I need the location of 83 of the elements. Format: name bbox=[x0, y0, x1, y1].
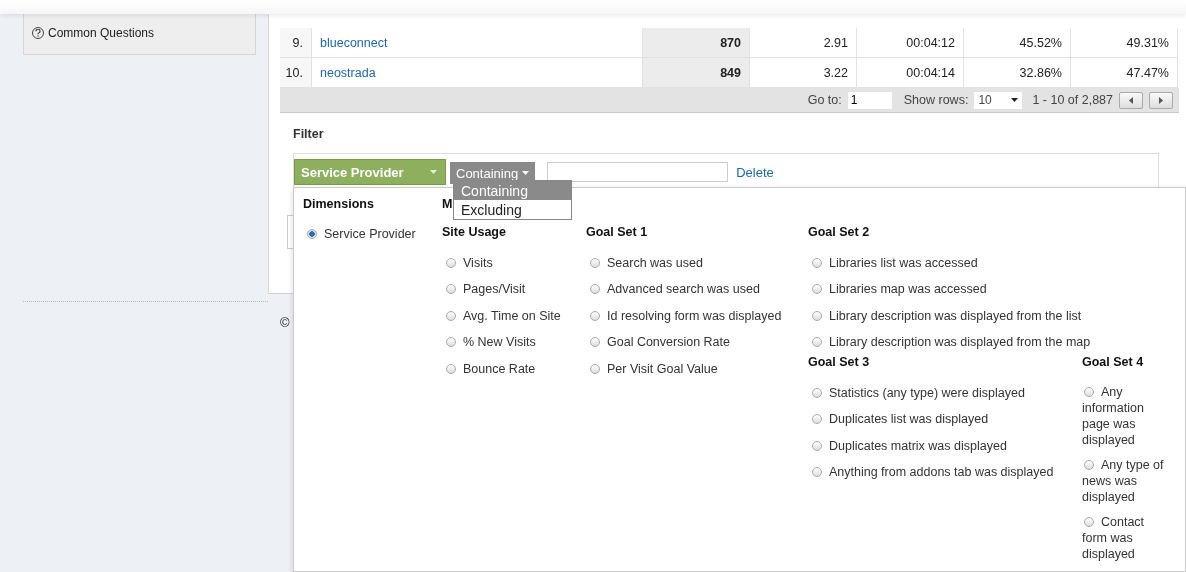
table-cell: 47.47% bbox=[1071, 58, 1178, 88]
metric-option[interactable]: Goal Conversion Rate bbox=[586, 333, 808, 351]
metric-option[interactable]: Id resolving form was displayed bbox=[586, 306, 808, 325]
metric-option[interactable]: Library description was displayed from the map bbox=[808, 333, 1168, 351]
radio-button[interactable] bbox=[812, 284, 822, 294]
radio-button[interactable] bbox=[812, 440, 822, 451]
table-cell: 45.52% bbox=[964, 28, 1071, 58]
sidebar-link[interactable]: Common Questions bbox=[32, 26, 155, 40]
radio-button[interactable] bbox=[590, 257, 600, 268]
next-page-button[interactable] bbox=[1149, 91, 1173, 109]
metric-option[interactable]: % New Visits bbox=[442, 333, 586, 351]
previous-page-button[interactable] bbox=[1119, 91, 1143, 109]
radio-button[interactable] bbox=[812, 387, 822, 398]
metrics-heading: M bbox=[442, 197, 453, 213]
table-cell: 870 bbox=[643, 28, 750, 58]
radio-button[interactable] bbox=[590, 337, 600, 347]
caret-icon bbox=[1011, 98, 1019, 102]
table-cell: 00:04:12 bbox=[857, 28, 964, 58]
metric-option[interactable]: Search was used bbox=[586, 253, 808, 272]
radio-button[interactable] bbox=[1084, 387, 1094, 397]
metric-option[interactable]: Libraries map was accessed bbox=[808, 280, 1168, 298]
metric-option[interactable]: Bounce Rate bbox=[442, 359, 586, 378]
provider-link[interactable]: neostrada bbox=[312, 58, 643, 88]
table-cell: 49.31% bbox=[1071, 28, 1178, 58]
metric-option[interactable]: Duplicates list was displayed bbox=[808, 410, 1082, 428]
show-rows-label: Show rows: bbox=[903, 93, 969, 107]
help-icon bbox=[32, 27, 44, 39]
table-cell: 9. bbox=[280, 28, 312, 58]
page-range: 1 - 10 of 2,887 bbox=[1032, 93, 1113, 107]
radio-button[interactable] bbox=[812, 257, 822, 268]
table-cell: 3.22 bbox=[750, 58, 857, 88]
goto-field[interactable]: 1 bbox=[847, 91, 892, 109]
radio-button[interactable] bbox=[812, 310, 822, 321]
metric-option[interactable]: Any information page was displayed bbox=[1082, 384, 1168, 448]
metric-option[interactable]: Per Visit Goal Value bbox=[586, 359, 808, 378]
caret-icon bbox=[430, 170, 437, 174]
metric-option[interactable]: Avg. Time on Site bbox=[442, 306, 586, 325]
right-arrow-icon bbox=[1159, 96, 1163, 104]
metric-option[interactable]: Advanced search was used bbox=[586, 280, 808, 298]
radio-button[interactable] bbox=[1084, 517, 1094, 527]
delete-link[interactable]: Delete bbox=[736, 165, 774, 180]
group-heading: Goal Set 4 bbox=[1082, 355, 1144, 371]
table-cell: 849 bbox=[643, 58, 750, 88]
radio-button[interactable] bbox=[590, 284, 600, 294]
metric-option[interactable]: Statistics (any type) were displayed bbox=[808, 383, 1082, 402]
filter-input[interactable] bbox=[547, 162, 729, 182]
dimensions-heading: Dimensions bbox=[303, 197, 374, 213]
radio-button[interactable] bbox=[812, 414, 822, 424]
metric-option[interactable]: Duplicates matrix was displayed bbox=[808, 436, 1082, 455]
caret-icon bbox=[522, 171, 530, 175]
rows-dropdown[interactable]: 10 bbox=[974, 91, 1023, 109]
dimension-option[interactable]: Service Provider bbox=[303, 225, 442, 243]
filter-title: Filter bbox=[293, 127, 325, 141]
radio-button[interactable] bbox=[1084, 460, 1094, 470]
provider-link[interactable]: blueconnect bbox=[312, 28, 643, 58]
copyright: © bbox=[280, 315, 290, 330]
group-heading: Site Usage bbox=[442, 225, 506, 241]
goto-label: Go to: bbox=[807, 93, 842, 107]
metric-option[interactable]: Contact form was displayed bbox=[1082, 514, 1168, 562]
group-heading: Goal Set 1 bbox=[586, 225, 648, 241]
metric-option[interactable]: Any type of news was displayed bbox=[1082, 457, 1168, 505]
radio-button[interactable] bbox=[590, 363, 600, 374]
metric-option[interactable]: Library description was displayed from the list bbox=[808, 306, 1168, 325]
group-heading: Goal Set 3 bbox=[808, 355, 870, 371]
left-arrow-icon bbox=[1129, 96, 1133, 104]
radio-button[interactable] bbox=[812, 337, 822, 347]
metric-option[interactable]: Libraries list was accessed bbox=[808, 253, 1168, 272]
table-cell: 32.86% bbox=[964, 58, 1071, 88]
table-cell: 2.91 bbox=[750, 28, 857, 58]
radio-button[interactable] bbox=[812, 467, 822, 477]
radio-button[interactable] bbox=[446, 363, 456, 374]
radio-button[interactable] bbox=[446, 310, 456, 321]
table-cell: 10. bbox=[280, 58, 312, 88]
metric-option[interactable]: Visits bbox=[442, 253, 586, 272]
radio-button[interactable] bbox=[446, 257, 456, 268]
radio-button[interactable] bbox=[307, 229, 317, 239]
radio-button[interactable] bbox=[590, 310, 600, 321]
metric-option[interactable]: Pages/Visit bbox=[442, 280, 586, 298]
radio-button[interactable] bbox=[446, 337, 456, 347]
radio-button[interactable] bbox=[446, 284, 456, 294]
metric-option[interactable]: Anything from addons tab was displayed bbox=[808, 463, 1082, 481]
group-heading: Goal Set 2 bbox=[808, 225, 870, 241]
table-cell: 00:04:14 bbox=[857, 58, 964, 88]
